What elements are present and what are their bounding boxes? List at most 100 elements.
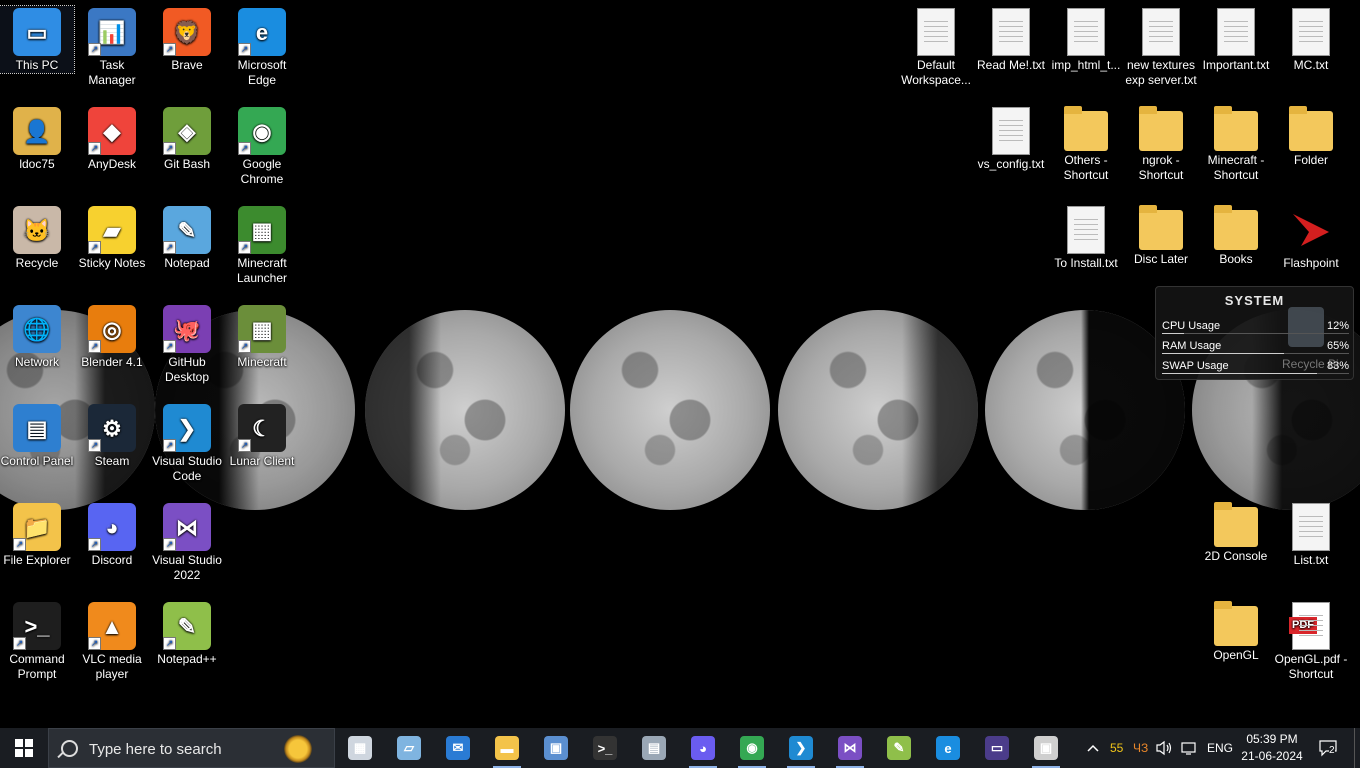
search-highlight-icon[interactable] (284, 735, 312, 763)
temperature-indicator[interactable]: 55 (1110, 728, 1123, 768)
desktop-icon-blender[interactable]: ◎ ↗ Blender 4.1 (75, 303, 149, 370)
desktop-icon-google-chrome[interactable]: ◉ ↗ Google Chrome (225, 105, 299, 187)
desktop-icon-mc-txt[interactable]: MC.txt (1274, 6, 1348, 73)
control-panel-icon: ▤ (13, 404, 61, 452)
clock[interactable]: 05:39 PM 21-06-2024 (1232, 731, 1312, 765)
ldoc75-glyph: 👤 (23, 118, 51, 144)
desktop-icon-brave[interactable]: 🦁 ↗ Brave (150, 6, 224, 73)
desktop-icon-visual-studio-2022[interactable]: ⋈ ↗ Visual Studio 2022 (150, 501, 224, 583)
taskbar-app-monitor-app[interactable]: ▭ (973, 728, 1021, 768)
desktop-icon-to-install-txt[interactable]: To Install.txt (1049, 204, 1123, 271)
desktop-icon-ldoc75[interactable]: 👤 ldoc75 (0, 105, 74, 172)
desktop-icon-task-manager[interactable]: 📊 ↗ Task Manager (75, 6, 149, 88)
desktop-icon-label: ngrok - Shortcut (1138, 153, 1184, 182)
desktop-icon-command-prompt[interactable]: >_ ↗ Command Prompt (0, 600, 74, 682)
desktop-icon-vs-config-txt[interactable]: vs_config.txt (974, 105, 1048, 172)
taskbar-app-vs-code[interactable]: ❯ (777, 728, 825, 768)
desktop-icon-opengl[interactable]: OpenGL (1199, 600, 1273, 663)
taskbar-app-task-view[interactable]: ▦ (336, 728, 384, 768)
desktop-icon-anydesk[interactable]: ◆ ↗ AnyDesk (75, 105, 149, 172)
taskbar-app-notes-app[interactable]: ▱ (385, 728, 433, 768)
desktop-icon-label: List.txt (1293, 553, 1329, 567)
mail-icon: ✉ (446, 736, 470, 760)
desktop-icon-steam[interactable]: ⚙ ↗ Steam (75, 402, 149, 469)
edge-icon: e (936, 736, 960, 760)
google-chrome-icon: ◉ ↗ (238, 107, 286, 155)
desktop-icon-2d-console[interactable]: 2D Console (1199, 501, 1273, 564)
task-view-icon: ▦ (348, 736, 372, 760)
desktop-icon-notepad[interactable]: ✎ ↗ Notepad (150, 204, 224, 271)
desktop-icon-label: Sticky Notes (78, 256, 146, 270)
desktop-icon-label: To Install.txt (1054, 256, 1118, 270)
desktop-icon-flashpoint[interactable]: Flashpoint (1274, 204, 1348, 271)
volume-button[interactable] (1156, 728, 1173, 768)
taskbar-app-file-explorer[interactable]: ▬ (483, 728, 531, 768)
vlc-icon: ▲ ↗ (88, 602, 136, 650)
command-prompt-icon: >_ ↗ (13, 602, 61, 650)
taskbar-app-notepad-plus[interactable]: ✎ (875, 728, 923, 768)
desktop-icon-disc-later[interactable]: Disc Later (1124, 204, 1198, 267)
desktop-icon-list-txt[interactable]: List.txt (1274, 501, 1348, 568)
cpu-tag-indicator[interactable]: ЧЗ (1133, 728, 1148, 768)
desktop-icon-minecraft-launcher[interactable]: ▦ ↗ Minecraft Launcher (225, 204, 299, 286)
desktop-icon-imp-html-txt[interactable]: imp_html_t... (1049, 6, 1123, 73)
taskbar-app-remote-desktop[interactable]: ▣ (532, 728, 580, 768)
desktop-icon-read-me-txt[interactable]: Read Me!.txt (974, 6, 1048, 73)
desktop-icon-default-workspace[interactable]: Default Workspace... (899, 6, 973, 88)
language-indicator[interactable]: ENG (1207, 728, 1233, 768)
show-desktop-button[interactable] (1354, 728, 1360, 768)
desktop-icon-minecraft[interactable]: ▦ ↗ Minecraft (225, 303, 299, 370)
desktop-icon-label: imp_html_t... (1051, 58, 1121, 72)
show-hidden-icons-button[interactable] (1084, 728, 1102, 768)
desktop-icon-github-desktop[interactable]: 🐙 ↗ GitHub Desktop (150, 303, 224, 385)
language-label: ENG (1207, 741, 1234, 755)
desktop-icon-network[interactable]: 🌐 Network (0, 303, 74, 370)
desktop-icon-books[interactable]: Books (1199, 204, 1273, 267)
system-monitor-widget[interactable]: SYSTEM CPU Usage 12% RAM Usage 65% SWAP … (1155, 286, 1354, 380)
desktop-icon-important-txt[interactable]: Important.txt (1199, 6, 1273, 73)
desktop-icon-git-bash[interactable]: ◈ ↗ Git Bash (150, 105, 224, 172)
desktop-icon-minecraft-shortcut[interactable]: Minecraft - Shortcut (1199, 105, 1273, 183)
desktop-icon-recycle[interactable]: 🐱 Recycle (0, 204, 74, 271)
taskbar-app-chrome[interactable]: ◉ (728, 728, 776, 768)
desktop-icon-folder[interactable]: Folder (1274, 105, 1348, 168)
desktop-icon-control-panel[interactable]: ▤ Control Panel (0, 402, 74, 469)
desktop-icon-this-pc[interactable]: ▭ This PC (0, 5, 75, 74)
taskbar-app-discord-badge[interactable]: ◕ (679, 728, 727, 768)
desktop-icon-opengl-pdf-shortcut[interactable]: PDF OpenGL.pdf - Shortcut (1274, 600, 1348, 682)
desktop-icon-vlc[interactable]: ▲ ↗ VLC media player (75, 600, 149, 682)
desktop-icon-label: Minecraft - Shortcut (1207, 153, 1265, 182)
desktop-icon-label: Default Workspace... (901, 58, 971, 87)
desktop-icon-label: Visual Studio 2022 (152, 553, 222, 582)
shortcut-arrow-icon: ↗ (238, 340, 251, 353)
desktop-icon-sticky-notes[interactable]: ▰ ↗ Sticky Notes (75, 204, 149, 271)
desktop-icon-ngrok-shortcut[interactable]: ngrok - Shortcut (1124, 105, 1198, 183)
desktop-icon-new-textures-txt[interactable]: new textures exp server.txt (1124, 6, 1198, 88)
taskbar-app-mail[interactable]: ✉ (434, 728, 482, 768)
shortcut-arrow-icon: ↗ (163, 439, 176, 452)
desktop-icon-others-shortcut[interactable]: Others - Shortcut (1049, 105, 1123, 183)
desktop-icon-discord[interactable]: ◕ ↗ Discord (75, 501, 149, 568)
text-file-icon (1067, 8, 1105, 56)
notification-center-button[interactable]: 2 (1318, 728, 1338, 768)
taskbar-app-system-tools[interactable]: ▤ (630, 728, 678, 768)
this-pc-icon: ▭ (13, 8, 61, 56)
text-file-icon (1292, 503, 1330, 551)
blender-icon: ◎ ↗ (88, 305, 136, 353)
network-button[interactable] (1181, 728, 1198, 768)
desktop-icon-vs-code[interactable]: ❯ ↗ Visual Studio Code (150, 402, 224, 484)
wallpaper-moon (778, 310, 978, 510)
shortcut-arrow-icon: ↗ (238, 43, 251, 56)
taskbar-app-edge[interactable]: e (924, 728, 972, 768)
taskbar-app-settings-app[interactable]: ▣ (1022, 728, 1070, 768)
chevron-up-icon (1087, 744, 1099, 752)
desktop[interactable]: ▭ This PC 📊 ↗ Task Manager 🦁 ↗ Brave e ↗ Microsoft… (0, 0, 1360, 728)
desktop-icon-microsoft-edge[interactable]: e ↗ Microsoft Edge (225, 6, 299, 88)
taskbar-app-terminal[interactable]: >_ (581, 728, 629, 768)
desktop-icon-notepad-plus-plus[interactable]: ✎ ↗ Notepad++ (150, 600, 224, 667)
search-box[interactable]: Type here to search (48, 728, 335, 768)
taskbar-app-visual-studio[interactable]: ⋈ (826, 728, 874, 768)
desktop-icon-file-explorer[interactable]: 📁 ↗ File Explorer (0, 501, 74, 568)
start-button[interactable] (0, 728, 48, 768)
desktop-icon-lunar-client[interactable]: ☾ ↗ Lunar Client (225, 402, 299, 469)
